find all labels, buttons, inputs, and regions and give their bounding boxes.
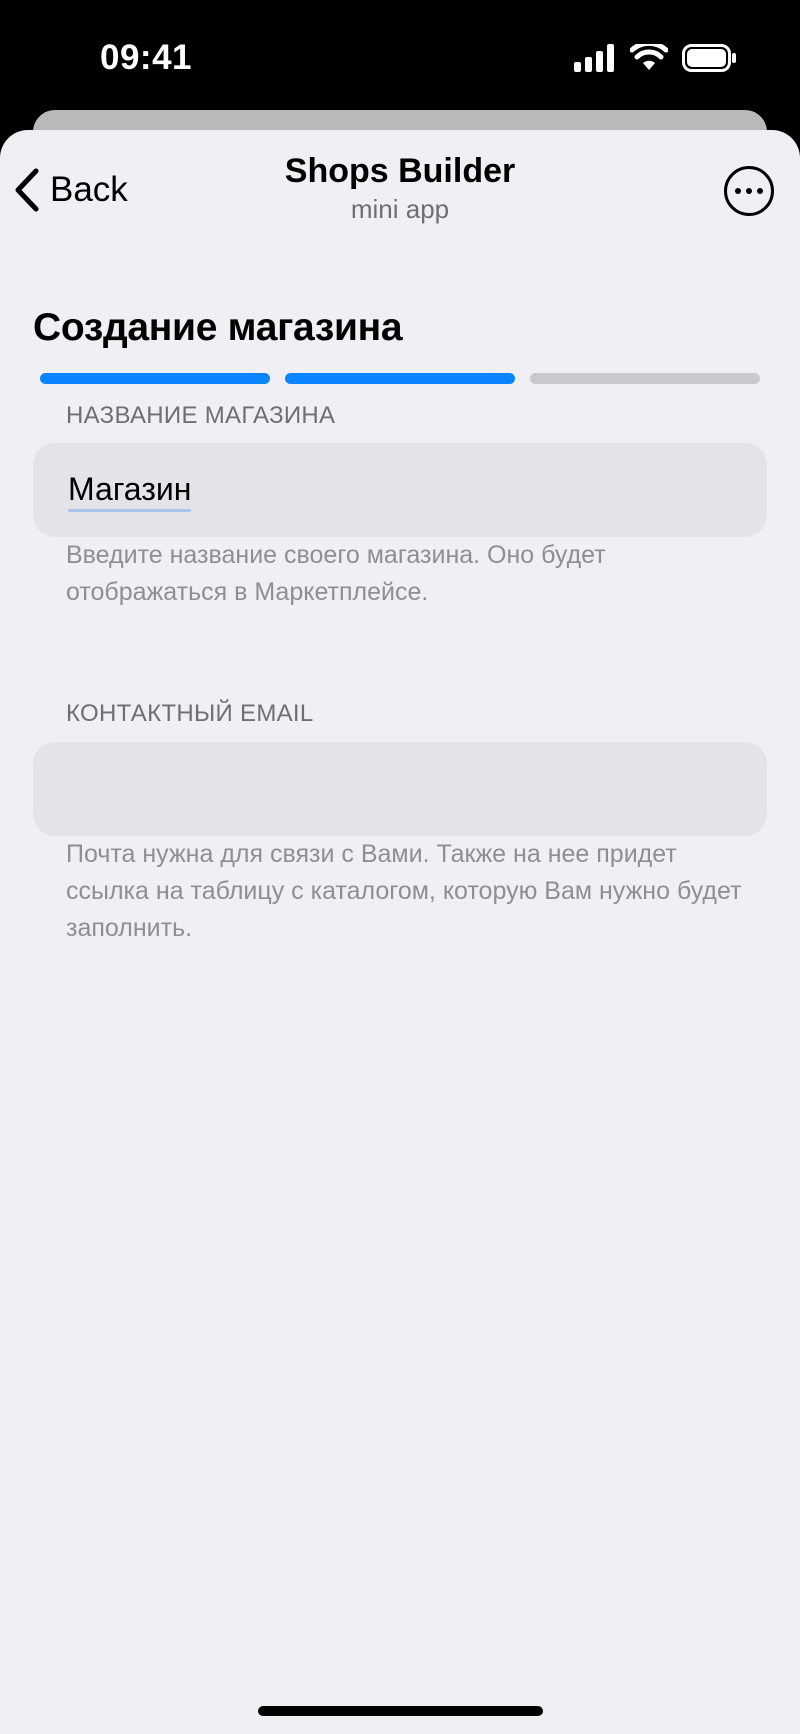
status-icons [574,44,738,72]
mini-app-sheet: Back Shops Builder mini app Создание маг… [0,130,800,1734]
progress-step-2 [285,373,515,384]
progress-step-1 [40,373,270,384]
progress-step-3 [530,373,760,384]
step-progress [40,373,760,384]
signal-icon [574,44,614,72]
status-bar: 09:41 [0,0,800,120]
shop-name-value[interactable]: Магазин [68,471,192,512]
email-label: КОНТАКТНЫЙ EMAIL [66,700,314,727]
shop-name-label: НАЗВАНИЕ МАГАЗИНА [66,402,336,429]
navigation-bar: Back Shops Builder mini app [0,130,800,250]
page-title: Создание магазина [33,306,403,349]
ellipsis-circle-icon [735,188,741,194]
email-hint: Почта нужна для связи с Вами. Также на н… [66,840,742,942]
shop-name-field[interactable]: Магазин [33,443,767,537]
shop-name-hint: Введите название своего магазина. Оно бу… [66,541,606,606]
more-options-button[interactable] [724,166,774,216]
battery-icon [682,44,736,72]
wifi-icon [630,44,668,70]
email-field[interactable] [33,742,767,838]
status-time: 09:41 [100,38,193,77]
app-subtitle: mini app [350,194,450,224]
email-input[interactable] [68,742,732,838]
home-indicator [258,1706,543,1716]
app-title: Shops Builder [284,152,516,190]
